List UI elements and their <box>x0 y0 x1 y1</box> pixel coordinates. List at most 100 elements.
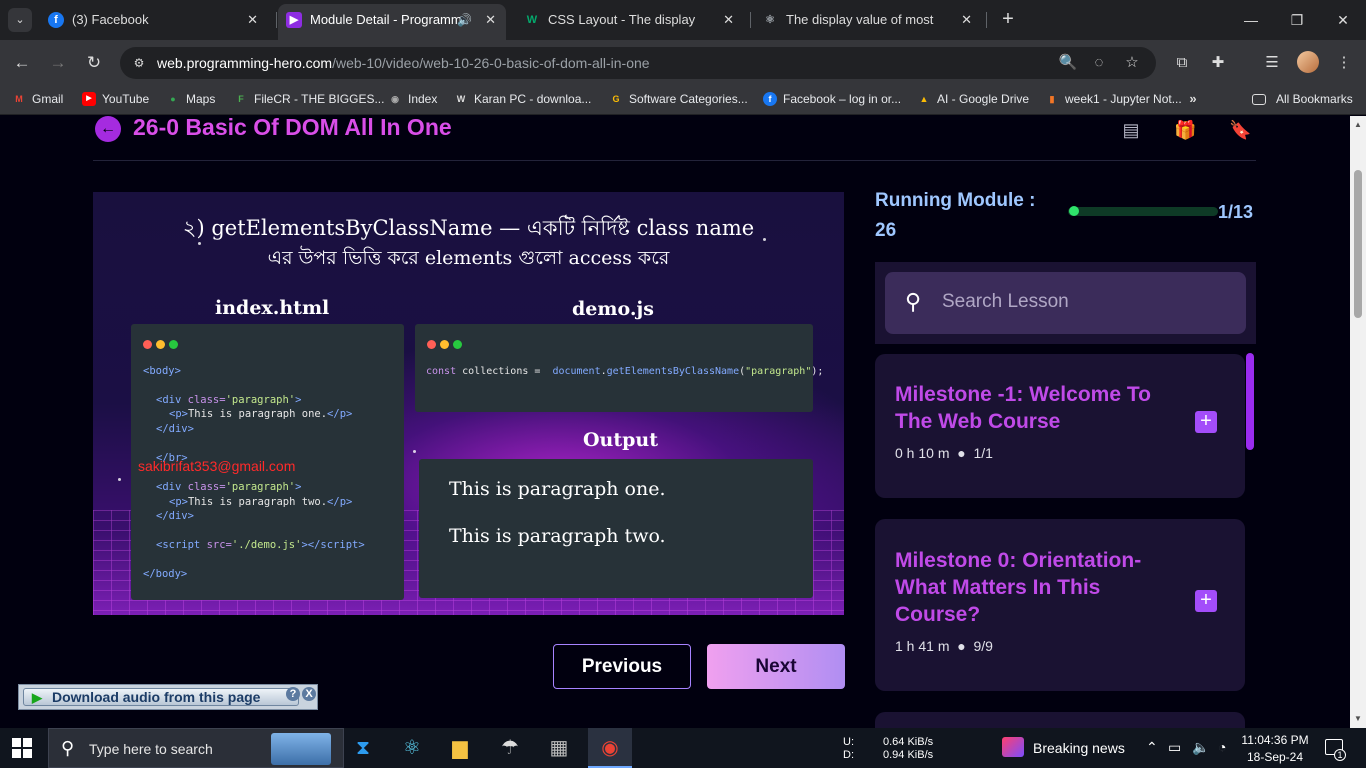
close-icon[interactable]: X <box>302 687 316 701</box>
bookmark-facebook[interactable]: f Facebook – log in or... <box>763 92 901 106</box>
close-icon[interactable]: ✕ <box>247 6 258 34</box>
all-bookmarks-label: All Bookmarks <box>1276 92 1353 106</box>
clock-date: 18-Sep-24 <box>1246 750 1304 764</box>
bookmark-maps[interactable]: ● Maps <box>166 92 215 106</box>
tab-title: The display value of most DOM <box>786 12 936 27</box>
volume-icon[interactable]: 🔈 <box>1192 739 1209 756</box>
close-icon[interactable]: ✕ <box>723 6 734 34</box>
drive-icon: ▲ <box>919 94 929 104</box>
search-lesson-input[interactable]: ⚲ Search Lesson <box>885 272 1246 334</box>
star-decoration <box>413 450 416 453</box>
devtools-extension-icon[interactable]: ⧉ <box>1171 52 1193 74</box>
close-icon[interactable]: ✕ <box>961 6 972 34</box>
news-icon[interactable] <box>1002 737 1024 757</box>
milestone-progress: 1/1 <box>973 445 993 461</box>
minimize-button[interactable]: — <box>1236 8 1266 32</box>
calculator-icon[interactable]: ▦ <box>543 732 575 764</box>
star-decoration <box>118 478 121 481</box>
forward-arrow-icon[interactable]: → <box>45 50 71 76</box>
star-icon[interactable]: ☆ <box>1122 53 1142 73</box>
code-line: <p>This is paragraph two.</p> <box>169 496 353 508</box>
eye-off-icon[interactable]: ◌ <box>1089 53 1109 73</box>
index-icon: ◉ <box>391 94 399 104</box>
bookmark-youtube[interactable]: ▶ YouTube <box>82 92 149 106</box>
bookmark-label: AI - Google Drive <box>937 92 1030 106</box>
vscode-icon[interactable]: ⧗ <box>347 732 379 764</box>
video-player[interactable]: ২) getElementsByClassName — একটি নির্দিষ… <box>93 192 844 615</box>
gift-icon[interactable]: 🎁 <box>1174 118 1196 142</box>
windows-start-icon[interactable] <box>12 738 32 758</box>
bookmark-jupyter[interactable]: ▮ week1 - Jupyter Not... <box>1045 92 1182 106</box>
bookmark-karanpc[interactable]: W Karan PC - downloa... <box>454 92 592 106</box>
bookmark-label: Gmail <box>32 92 64 106</box>
bookmark-label: week1 - Jupyter Not... <box>1065 92 1182 106</box>
bookmark-drive[interactable]: ▲ AI - Google Drive <box>917 92 1030 106</box>
chrome-icon[interactable]: ◉ <box>594 732 626 764</box>
milestone-card[interactable]: Milestone -1: Welcome To The Web Course … <box>875 354 1245 498</box>
gmail-icon: M <box>15 94 23 104</box>
zoom-icon[interactable]: 🔍 <box>1058 53 1078 73</box>
wifi-icon[interactable]: ◔ <box>1218 739 1226 755</box>
taskbar-search-box[interactable]: ⚲ Type here to search <box>48 728 344 768</box>
more-menu-icon[interactable]: ⋮ <box>1333 52 1355 74</box>
file-explorer-icon[interactable]: ▆ <box>444 732 476 764</box>
speaker-icon[interactable]: 🔊 <box>457 4 472 36</box>
chevron-up-icon[interactable]: ⌃ <box>1146 739 1158 756</box>
all-bookmarks[interactable]: All Bookmarks <box>1252 92 1353 106</box>
clock-time: 11:04:36 PM <box>1241 733 1309 747</box>
bookmark-software[interactable]: G Software Categories... <box>609 92 748 106</box>
bookmark-gmail[interactable]: M Gmail <box>12 92 63 106</box>
back-arrow-icon[interactable]: ← <box>9 50 35 76</box>
new-tab-button[interactable]: + <box>996 8 1020 32</box>
close-icon[interactable]: ✕ <box>485 4 496 36</box>
expand-plus-icon[interactable]: + <box>1195 411 1217 433</box>
header-divider <box>93 160 1256 161</box>
site-info-icon[interactable]: ⚙ <box>130 54 148 72</box>
milestone-card[interactable] <box>875 712 1245 728</box>
next-button[interactable]: Next <box>707 644 845 689</box>
download-audio-button[interactable]: ▶ Download audio from this page <box>23 688 299 706</box>
chevron-double-right-icon: » <box>1189 91 1197 106</box>
scroll-thumb[interactable] <box>1354 170 1362 318</box>
milestone-card[interactable]: Milestone 0: Orientation-What Matters In… <box>875 519 1245 691</box>
reload-icon[interactable]: ↻ <box>81 50 107 76</box>
bookmark-index[interactable]: ◉ Index <box>388 92 437 106</box>
page-scrollbar[interactable]: ▲ ▼ <box>1350 116 1366 728</box>
output-box: This is paragraph one. This is paragraph… <box>419 459 813 598</box>
maps-icon: ● <box>170 94 176 104</box>
profile-avatar[interactable] <box>1297 51 1319 73</box>
tab-display-value[interactable]: ⚛ The display value of most DOM ✕ <box>754 6 982 34</box>
tab-module-detail[interactable]: ▶ Module Detail - Programming 🔊 ✕ <box>278 4 506 40</box>
expand-plus-icon[interactable]: + <box>1195 590 1217 612</box>
battery-icon[interactable]: ▭ <box>1168 739 1181 756</box>
url-text[interactable]: web.programming-hero.com/web-10/video/we… <box>157 55 650 71</box>
w3schools-icon: W <box>526 14 538 26</box>
folder-icon <box>1252 94 1266 105</box>
app-icon[interactable]: ☂ <box>494 732 526 764</box>
address-bar[interactable]: ⚙ web.programming-hero.com/web-10/video/… <box>120 47 1156 79</box>
bookmark-label: FileCR - THE BIGGES... <box>254 92 385 106</box>
bookmark-label: Software Categories... <box>629 92 748 106</box>
tab-facebook[interactable]: f (3) Facebook ✕ <box>40 6 268 34</box>
notes-icon[interactable]: ▤ <box>1120 118 1142 142</box>
close-window-button[interactable]: ✕ <box>1328 8 1358 32</box>
back-circle-icon[interactable]: ← <box>95 116 121 142</box>
media-control-icon[interactable]: ☰ <box>1261 52 1283 74</box>
bookmark-icon[interactable]: 🔖 <box>1229 118 1251 142</box>
react-devtools-icon[interactable]: ⚛ <box>396 732 428 764</box>
bookmark-filecr[interactable]: F FileCR - THE BIGGES... <box>234 92 384 106</box>
tab-search-button[interactable]: ⌄ <box>8 8 32 32</box>
code-line: <div class='paragraph'> <box>156 394 302 406</box>
clock[interactable]: 11:04:36 PM 18-Sep-24 <box>1240 732 1310 766</box>
extensions-icon[interactable]: ✚ <box>1207 52 1229 74</box>
help-icon[interactable]: ? <box>286 687 300 701</box>
previous-button[interactable]: Previous <box>553 644 691 689</box>
tab-css-layout[interactable]: W CSS Layout - The display Proper ✕ <box>516 6 744 34</box>
red-dot <box>427 340 436 349</box>
scroll-up-arrow-icon[interactable]: ▲ <box>1350 118 1366 132</box>
sidebar-scrollbar[interactable] <box>1246 353 1254 450</box>
scroll-down-arrow-icon[interactable]: ▼ <box>1350 712 1366 726</box>
notification-count: 1 <box>1334 749 1346 761</box>
restore-button[interactable]: ❐ <box>1282 8 1312 32</box>
news-widget[interactable]: Breaking news <box>1033 740 1125 756</box>
